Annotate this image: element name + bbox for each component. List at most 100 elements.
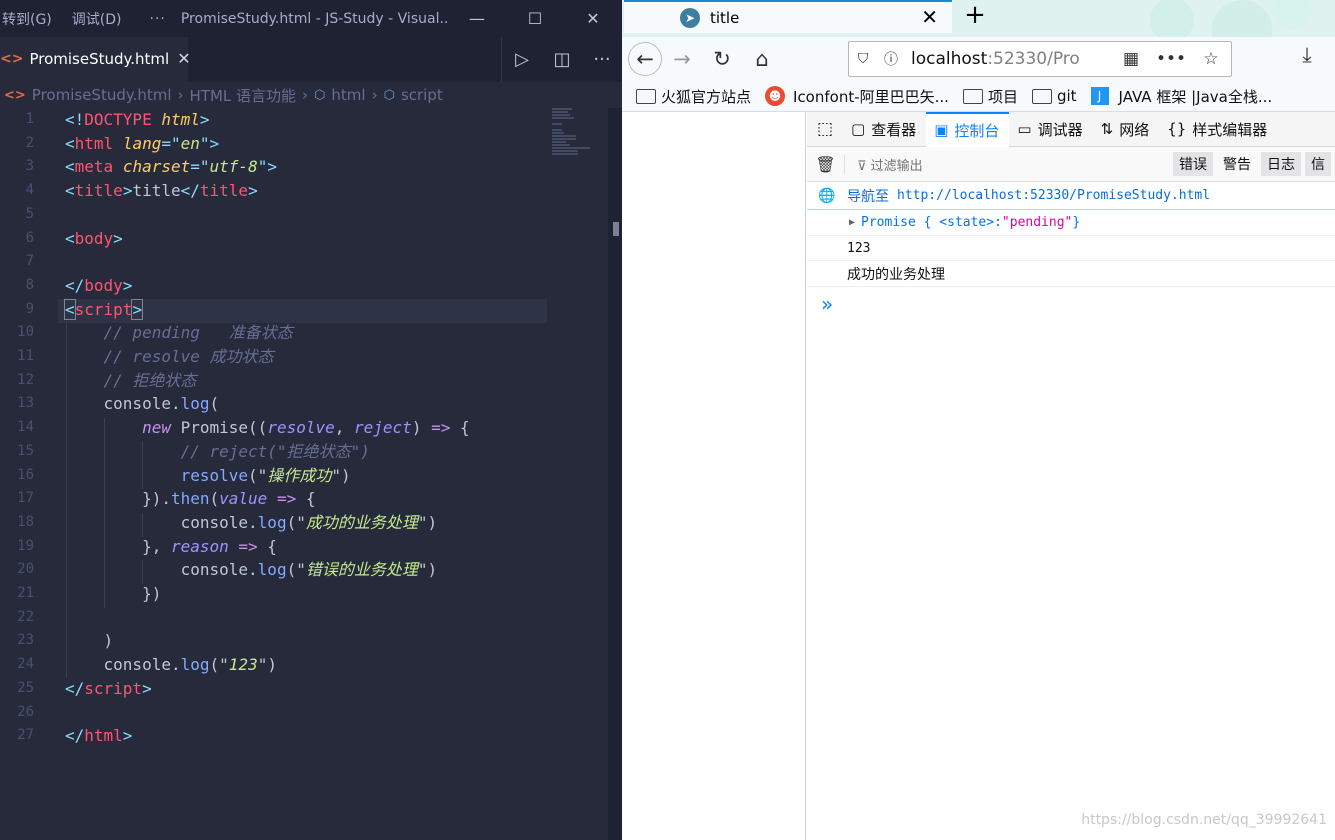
console-navigation-message: 🌐 导航至 http://localhost:52330/PromiseStud… [807,182,1335,210]
cube-icon: ⬡ [383,87,395,103]
console-filter-bar: 🗑 ⊽ 过滤输出 错误 警告 日志 信 [807,147,1335,182]
code-line: 5 [25,205,34,222]
qr-code-icon[interactable]: ▦ [1111,49,1151,69]
site-favicon-icon: ➤ [680,7,700,28]
html-file-icon: <> [0,50,24,67]
code-line: 4 <title>title</title> [25,181,258,201]
console-output-line: 123 [807,236,1335,261]
devtools-toolbar: ⬚ ▢ 查看器 ▣ 控制台 ▭ 调试器 ⇅ 网络 {} 样式编辑器 [807,111,1335,147]
filter-errors-button[interactable]: 错误 [1173,152,1213,176]
bookmark-iconfont[interactable]: ☻ Iconfont-阿里巴巴矢... [765,86,949,107]
element-picker-icon[interactable]: ⬚ [807,119,843,139]
tab-style-editor[interactable]: {} 样式编辑器 [1159,112,1277,147]
tab-promisestudy[interactable]: <> PromiseStudy.html ✕ [0,37,191,82]
code-line: 27 </html> [17,726,133,746]
minimize-icon[interactable]: — [448,9,506,28]
bookmark-folder-git[interactable]: git [1031,87,1077,105]
code-line: 14 new Promise((resolve, reject) => { [17,418,470,438]
breadcrumb-language[interactable]: HTML 语言功能 [190,85,297,106]
browser-tab[interactable]: ➤ title ✕ [624,0,952,33]
page-actions-icon[interactable]: ••• [1151,49,1191,69]
iconfont-favicon-icon: ☻ [765,86,786,106]
code-line: 1 <!DOCTYPE html> [25,110,210,129]
maximize-icon[interactable]: ☐ [506,9,564,28]
firefox-window: ➤ title ✕ + ← → ↻ ⌂ ⛉ ⓘ localhost:52330/… [622,0,1335,840]
code-line: 10 // pending 准备状态 [17,323,293,343]
code-line: 3 <meta charset="utf-8"> [25,157,277,177]
info-icon[interactable]: ⓘ [877,49,905,69]
code-line: 25 </script> [17,678,152,698]
chevron-right-icon: › [371,86,378,104]
window-title: PromiseStudy.html - JS-Study - Visual... [180,10,448,27]
code-editor[interactable]: 1 <!DOCTYPE html> 2 <html lang="en"> 3 <met… [0,108,608,840]
network-icon: ⇅ [1100,120,1114,138]
console-promise-output[interactable]: ▶ Promise { <state>: "pending" } [807,210,1335,236]
breadcrumb-html[interactable]: html [331,86,365,104]
folder-icon [636,88,656,104]
tab-debugger[interactable]: ▭ 调试器 [1009,112,1092,147]
code-line: 20 console.log("错误的业务处理") [17,560,438,580]
trash-icon[interactable]: 🗑 [807,154,845,174]
tab-console[interactable]: ▣ 控制台 [926,111,1010,147]
bookmark-java-framework[interactable]: J JAVA 框架 |Java全栈... [1090,86,1272,107]
chevron-right-icon: › [302,86,309,104]
code-line: 7 [25,253,34,270]
menu-more-icon[interactable]: ··· [135,11,181,27]
split-editor-icon[interactable]: ◫ [542,49,582,70]
minimap[interactable] [552,108,602,168]
download-icon[interactable]: ⤓ [1287,43,1327,68]
console-input-prompt[interactable]: » [807,287,1335,321]
code-line: 9 <script> [25,298,144,320]
bookmark-folder-projects[interactable]: 项目 [962,86,1018,107]
html-file-icon: <> [4,87,26,103]
url-text[interactable]: localhost:52330/Pro [911,49,1111,69]
back-icon[interactable]: ← [628,42,662,76]
code-line: 15 // reject("拒绝状态") [17,441,370,461]
breadcrumb-file[interactable]: PromiseStudy.html [32,86,172,104]
scrollbar-thumb[interactable] [613,222,619,236]
tab-label: PromiseStudy.html [29,49,170,68]
url-bar[interactable]: ⛉ ⓘ localhost:52330/Pro ▦ ••• ☆ [848,41,1232,77]
editor-scrollbar[interactable] [608,108,622,840]
code-line: 21 }) [17,584,162,603]
browser-tab-title: title [710,8,740,27]
editor-actions: ▷ ◫ ··· [501,37,622,82]
filter-info-button[interactable]: 信 [1305,152,1331,176]
editor-tabbar: <> PromiseStudy.html ✕ ▷ ◫ ··· [0,37,622,82]
run-icon[interactable]: ▷ [502,49,542,70]
tab-network[interactable]: ⇅ 网络 [1093,112,1160,147]
code-line: 12 // 拒绝状态 [17,370,197,390]
folder-icon [962,88,983,104]
cube-icon: ⬡ [314,87,326,103]
page-viewport[interactable] [622,112,806,840]
code-line: 23 ) [17,631,114,651]
close-tab-icon[interactable]: ✕ [921,5,938,29]
folder-icon [1031,88,1052,104]
breadcrumb-script[interactable]: script [401,86,443,104]
close-window-icon[interactable]: ✕ [564,9,622,28]
devtools-panel: ⬚ ▢ 查看器 ▣ 控制台 ▭ 调试器 ⇅ 网络 {} 样式编辑器 🗑 ⊽ 过滤… [807,111,1335,840]
code-line: 24 console.log("123") [17,655,277,675]
menu-goto[interactable]: 转到(G) [0,9,61,29]
forward-icon[interactable]: → [662,47,702,71]
home-icon[interactable]: ⌂ [742,47,782,71]
bookmark-star-icon[interactable]: ☆ [1191,49,1231,69]
bookmark-firefox-site[interactable]: 火狐官方站点 [636,86,751,107]
filter-warnings-button[interactable]: 警告 [1217,152,1257,176]
shield-icon[interactable]: ⛉ [849,51,877,67]
new-tab-icon[interactable]: + [960,0,990,33]
code-line: 26 [17,703,34,720]
filter-input[interactable]: ⊽ 过滤输出 [845,155,1173,174]
expand-triangle-icon[interactable]: ▶ [849,217,855,228]
close-tab-icon[interactable]: ✕ [177,49,190,68]
reload-icon[interactable]: ↻ [702,47,742,71]
filter-logs-button[interactable]: 日志 [1261,152,1301,176]
menu-debug[interactable]: 调试(D) [61,9,135,29]
navigation-url-link[interactable]: http://localhost:52330/PromiseStudy.html [897,188,1210,203]
bookmarks-toolbar: 火狐官方站点 ☻ Iconfont-阿里巴巴矢... 项目 git J JAVA… [622,81,1335,112]
more-actions-icon[interactable]: ··· [582,49,622,70]
code-line: 18 console.log("成功的业务处理") [17,512,438,532]
tab-inspector[interactable]: ▢ 查看器 [843,112,926,147]
style-editor-icon: {} [1167,120,1187,138]
chevron-right-icon: › [177,86,184,104]
